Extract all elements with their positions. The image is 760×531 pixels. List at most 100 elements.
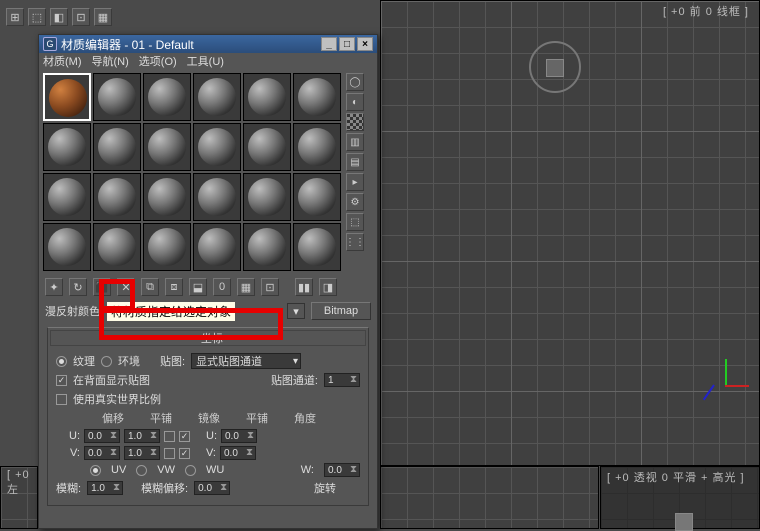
radio-texture[interactable]	[56, 356, 67, 367]
go-forward-icon[interactable]: ◨	[319, 278, 337, 296]
material-slot[interactable]	[93, 73, 141, 121]
maximize-button[interactable]: □	[339, 37, 355, 51]
material-slot[interactable]	[143, 223, 191, 271]
rotate-button[interactable]: 旋转	[314, 480, 360, 496]
viewport-object-square	[546, 59, 564, 77]
material-slot[interactable]	[243, 173, 291, 221]
minimize-button[interactable]: _	[321, 37, 337, 51]
radio-wu[interactable]	[185, 465, 196, 476]
menu-options[interactable]: 选项(O)	[139, 53, 177, 69]
sample-type-icon[interactable]: ◯	[346, 73, 364, 91]
make-preview-icon[interactable]: ▸	[346, 173, 364, 191]
material-sphere	[148, 228, 186, 266]
menubar: 材质(M) 导航(N) 选项(O) 工具(U)	[39, 53, 377, 69]
material-id-icon[interactable]: 0	[213, 278, 231, 296]
v-tile-spinner[interactable]: 1.0	[124, 446, 160, 460]
sample-side-toolbar: ◯ ◐ ▥ ▤ ▸ ⚙ ⬚ ⋮⋮	[345, 69, 365, 275]
put-to-library-icon[interactable]: ⬓	[189, 278, 207, 296]
material-slot[interactable]	[293, 223, 341, 271]
map-channel-spinner[interactable]: 1	[324, 373, 360, 387]
blur-spinner[interactable]: 1.0	[87, 481, 123, 495]
material-slot[interactable]	[293, 173, 341, 221]
v-offset-spinner[interactable]: 0.0	[84, 446, 120, 460]
menu-navigate[interactable]: 导航(N)	[92, 53, 129, 69]
mapping-combo[interactable]: 显式贴图通道	[191, 353, 301, 369]
material-slot[interactable]	[243, 73, 291, 121]
check-show-back[interactable]	[56, 375, 67, 386]
toolbar-btn[interactable]: ▦	[94, 8, 112, 26]
u-tile-spinner[interactable]: 1.0	[124, 429, 160, 443]
viewport-top-right[interactable]: [ +0 前 0 线框 ]	[380, 0, 760, 466]
viewport-bottom-right[interactable]: [ +0 透视 0 平滑 + 高光 ]	[600, 466, 760, 529]
v-angle-spinner[interactable]: 0.0	[220, 446, 256, 460]
material-slot[interactable]	[293, 73, 341, 121]
material-slot[interactable]	[193, 73, 241, 121]
viewport-bottom-left[interactable]: [ +0 左	[0, 466, 38, 529]
assign-tooltip: 将材质指定给选定对象	[106, 301, 236, 322]
go-to-parent-icon[interactable]: ▮▮	[295, 278, 313, 296]
radio-vw[interactable]	[136, 465, 147, 476]
viewport-bottom-mid[interactable]	[380, 466, 599, 529]
type-button[interactable]: Bitmap	[311, 302, 371, 320]
material-map-nav-icon[interactable]: ⋮⋮	[346, 233, 364, 251]
put-to-scene-icon[interactable]: ↻	[69, 278, 87, 296]
select-by-material-icon[interactable]: ⬚	[346, 213, 364, 231]
titlebar[interactable]: G 材质编辑器 - 01 - Default _ □ ×	[39, 35, 377, 53]
video-check-icon[interactable]: ▤	[346, 153, 364, 171]
material-slot[interactable]	[43, 223, 91, 271]
u-angle-spinner[interactable]: 0.0	[221, 429, 257, 443]
u-mirror-check[interactable]	[164, 431, 175, 442]
material-sphere	[148, 78, 186, 116]
blur-offset-label: 模糊偏移:	[141, 480, 188, 496]
show-map-viewport-icon[interactable]: ▦	[237, 278, 255, 296]
toolbar-btn[interactable]: ◧	[50, 8, 68, 26]
name-dropdown-icon[interactable]: ▾	[287, 303, 305, 319]
get-material-icon[interactable]: ✦	[45, 278, 63, 296]
v-mirror-check[interactable]	[164, 448, 175, 459]
material-slot[interactable]	[293, 123, 341, 171]
radio-uv[interactable]	[90, 465, 101, 476]
show-end-result-icon[interactable]: ⊡	[261, 278, 279, 296]
material-sphere	[48, 228, 86, 266]
material-slot[interactable]	[243, 223, 291, 271]
material-slot[interactable]	[193, 173, 241, 221]
material-slot[interactable]	[93, 173, 141, 221]
u-offset-spinner[interactable]: 0.0	[84, 429, 120, 443]
menu-tools[interactable]: 工具(U)	[187, 53, 224, 69]
material-slot[interactable]	[93, 123, 141, 171]
material-slot[interactable]	[143, 173, 191, 221]
rollout-header[interactable]: -坐标	[50, 330, 366, 346]
close-button[interactable]: ×	[357, 37, 373, 51]
material-slot[interactable]	[143, 73, 191, 121]
v-tile-check[interactable]	[179, 448, 190, 459]
toolbar-btn[interactable]: ⊞	[6, 8, 24, 26]
material-slot[interactable]	[93, 223, 141, 271]
check-real-world[interactable]	[56, 394, 67, 405]
backlight-icon[interactable]: ◐	[346, 93, 364, 111]
toolbar-btn[interactable]: ⊡	[72, 8, 90, 26]
material-slot-1[interactable]	[43, 73, 91, 121]
material-slot[interactable]	[143, 123, 191, 171]
radio-wu-label: WU	[206, 464, 224, 476]
material-slot[interactable]	[43, 173, 91, 221]
options-icon[interactable]: ⚙	[346, 193, 364, 211]
material-slot[interactable]	[193, 123, 241, 171]
assign-to-selection-icon[interactable]: ⬛	[93, 278, 111, 296]
material-slot[interactable]	[243, 123, 291, 171]
blur-offset-spinner[interactable]: 0.0	[194, 481, 230, 495]
menu-material[interactable]: 材质(M)	[43, 53, 82, 69]
reset-map-icon[interactable]: ✕	[117, 278, 135, 296]
w-angle-spinner[interactable]: 0.0	[324, 463, 360, 477]
radio-environ[interactable]	[101, 356, 112, 367]
material-sphere	[98, 178, 136, 216]
material-slot[interactable]	[43, 123, 91, 171]
u-tile-check[interactable]	[179, 431, 190, 442]
make-copy-icon[interactable]: ⧉	[141, 278, 159, 296]
material-slot[interactable]	[193, 223, 241, 271]
sample-uv-icon[interactable]: ▥	[346, 133, 364, 151]
map-channel-label: 贴图通道:	[271, 372, 318, 388]
material-sphere	[248, 128, 286, 166]
background-checker-icon[interactable]	[346, 113, 364, 131]
make-unique-icon[interactable]: ⧈	[165, 278, 183, 296]
toolbar-btn[interactable]: ⬚	[28, 8, 46, 26]
